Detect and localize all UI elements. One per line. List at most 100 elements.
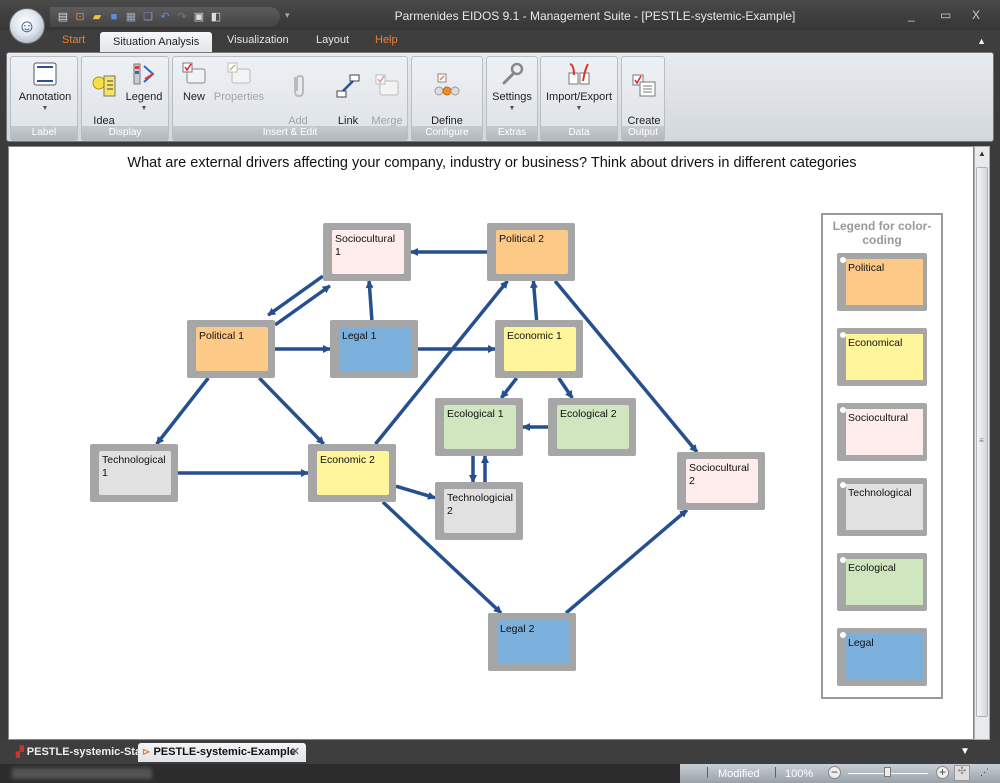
- node-ecol1[interactable]: Ecological 1: [435, 398, 523, 456]
- perspectives-icon: [434, 73, 460, 99]
- node-label: Political 1: [196, 327, 268, 371]
- link-leg1-to-soc1[interactable]: [365, 280, 374, 321]
- new-box-icon: [181, 61, 207, 87]
- node-label: Technologicial 2: [444, 489, 516, 533]
- annotation-icon: [32, 61, 58, 87]
- settings-button[interactable]: Settings ▼: [489, 61, 535, 115]
- legend-item-economical[interactable]: Economical: [837, 328, 927, 386]
- diagram-doc-icon: ⊳: [142, 747, 151, 758]
- ribbon-tabs: Start Situation Analysis Visualization L…: [0, 30, 1000, 52]
- link-eco2-to-tech2[interactable]: [395, 484, 436, 500]
- diagram-canvas[interactable]: What are external drivers affecting your…: [8, 146, 974, 740]
- paperclip-icon: [285, 73, 311, 99]
- scroll-up-icon[interactable]: ▲: [978, 149, 986, 158]
- title-bar: ▤ ⊡ ▰ ■ ▦ ❏ ↶ ↷ ▣ ◧ ▾ Parmenides EIDOS 9…: [0, 0, 1000, 30]
- node-ecol2[interactable]: Ecological 2: [548, 398, 636, 456]
- zoom-in-button[interactable]: +: [936, 766, 949, 779]
- group-extras: Settings ▼ Extras: [486, 56, 538, 141]
- separator: |: [706, 766, 709, 778]
- legend-item-technological[interactable]: Technological: [837, 478, 927, 536]
- tab-layout[interactable]: Layout: [316, 34, 349, 46]
- annotation-button[interactable]: Annotation ▼: [15, 61, 75, 115]
- close-button[interactable]: X: [972, 8, 980, 22]
- resize-grip-icon[interactable]: ⋰: [980, 767, 989, 778]
- group-output: Create Slides Output: [621, 56, 665, 141]
- close-tab-icon[interactable]: ✕: [291, 745, 300, 758]
- link-leg2-to-soc2[interactable]: [564, 508, 689, 615]
- legend-item-label: Legal: [846, 634, 923, 680]
- new-button[interactable]: New: [179, 61, 209, 103]
- group-data-caption: Data: [541, 126, 617, 140]
- document-tabs: ▞ PESTLE-systemic-Start ⊳ PESTLE-systemi…: [0, 740, 1000, 764]
- legend-item-sociocultural[interactable]: Sociocultural: [837, 403, 927, 461]
- doc-tab-pestle-start[interactable]: ▞ PESTLE-systemic-Start: [12, 743, 155, 762]
- node-leg1[interactable]: Legal 1: [330, 320, 418, 378]
- idea-list-icon: [91, 73, 117, 99]
- node-label: Ecological 1: [444, 405, 516, 449]
- group-display-caption: Display: [82, 126, 168, 140]
- status-bar: | Modified | 100% − + ✣ ⋰: [0, 764, 1000, 783]
- ribbon: Annotation ▼ Label Idea list Legend ▼ Di…: [6, 52, 994, 142]
- dropdown-caret-icon: ▼: [140, 105, 148, 112]
- minimize-button[interactable]: _: [908, 8, 915, 22]
- tab-help[interactable]: Help: [375, 34, 398, 46]
- merge-boxes-icon: [374, 73, 400, 99]
- group-insert-edit: New Properties Add Attachment Link Mode …: [172, 56, 408, 141]
- dropdown-caret-icon: ▼: [575, 105, 583, 112]
- node-label: Legal 1: [339, 327, 411, 371]
- link-eco1-to-pol2[interactable]: [529, 280, 539, 321]
- app-logo-icon: ☺: [17, 15, 37, 36]
- node-pol2[interactable]: Political 2: [487, 223, 575, 281]
- collapse-ribbon-icon[interactable]: ▲: [977, 36, 986, 46]
- legend-item-legal[interactable]: Legal: [837, 628, 927, 686]
- slides-icon: [631, 73, 657, 99]
- properties-icon: [226, 61, 252, 87]
- zoom-slider-thumb[interactable]: [884, 767, 891, 777]
- zoom-slider[interactable]: [848, 767, 928, 777]
- legend-title: Legend for color-coding: [832, 219, 932, 247]
- node-leg2[interactable]: Legal 2: [488, 613, 576, 671]
- node-label: Sociocultural 2: [686, 459, 758, 503]
- node-pol1[interactable]: Political 1: [187, 320, 275, 378]
- link-pol1-to-tech1[interactable]: [155, 376, 210, 446]
- zoom-out-button[interactable]: −: [828, 766, 841, 779]
- scrollbar-thumb[interactable]: ≡: [976, 167, 988, 717]
- dropdown-caret-icon: ▼: [508, 105, 516, 112]
- node-label: Technological 1: [99, 451, 171, 495]
- tab-visualization[interactable]: Visualization: [227, 34, 289, 46]
- node-label: Economic 2: [317, 451, 389, 495]
- tab-list-icon[interactable]: ▼: [960, 746, 970, 757]
- node-eco2[interactable]: Economic 2: [308, 444, 396, 502]
- group-insert-edit-caption: Insert & Edit: [173, 126, 407, 140]
- node-soc2[interactable]: Sociocultural 2: [677, 452, 765, 510]
- status-blurred-text: [12, 768, 152, 779]
- link-pol1-to-eco2[interactable]: [258, 376, 325, 446]
- legend-item-label: Economical: [846, 334, 923, 380]
- node-soc1[interactable]: Sociocultural 1: [323, 223, 411, 281]
- legend-item-political[interactable]: Political: [837, 253, 927, 311]
- tab-start[interactable]: Start: [62, 34, 85, 46]
- link-eco1-to-ecol1[interactable]: [499, 376, 519, 400]
- node-eco1[interactable]: Economic 1: [495, 320, 583, 378]
- link-eco1-to-ecol2[interactable]: [557, 377, 574, 399]
- node-tech2[interactable]: Technologicial 2: [435, 482, 523, 540]
- properties-button[interactable]: Properties: [213, 61, 265, 103]
- modified-status: Modified: [718, 768, 760, 780]
- legend-item-ecological[interactable]: Ecological: [837, 553, 927, 611]
- application-menu-button[interactable]: ☺: [9, 8, 45, 44]
- node-label: Sociocultural 1: [332, 230, 404, 274]
- import-export-button[interactable]: Import/Export ▼: [543, 61, 615, 115]
- grip-icon: ≡: [979, 436, 984, 445]
- legend-button[interactable]: Legend ▼: [122, 61, 166, 115]
- map-doc-icon: ▞: [16, 747, 24, 758]
- vertical-scrollbar[interactable]: ▲ ≡: [974, 146, 990, 740]
- separator: |: [774, 766, 777, 778]
- node-tech1[interactable]: Technological 1: [90, 444, 178, 502]
- legend-item-label: Political: [846, 259, 923, 305]
- group-configure: Define Perspectives Configure: [411, 56, 483, 141]
- doc-tab-pestle-example[interactable]: ⊳ PESTLE-systemic-Example ✕: [138, 743, 306, 762]
- group-output-caption: Output: [622, 126, 664, 140]
- maximize-button[interactable]: ▭: [940, 8, 951, 22]
- tab-situation-analysis[interactable]: Situation Analysis: [100, 32, 213, 52]
- fit-to-window-button[interactable]: ✣: [954, 765, 970, 781]
